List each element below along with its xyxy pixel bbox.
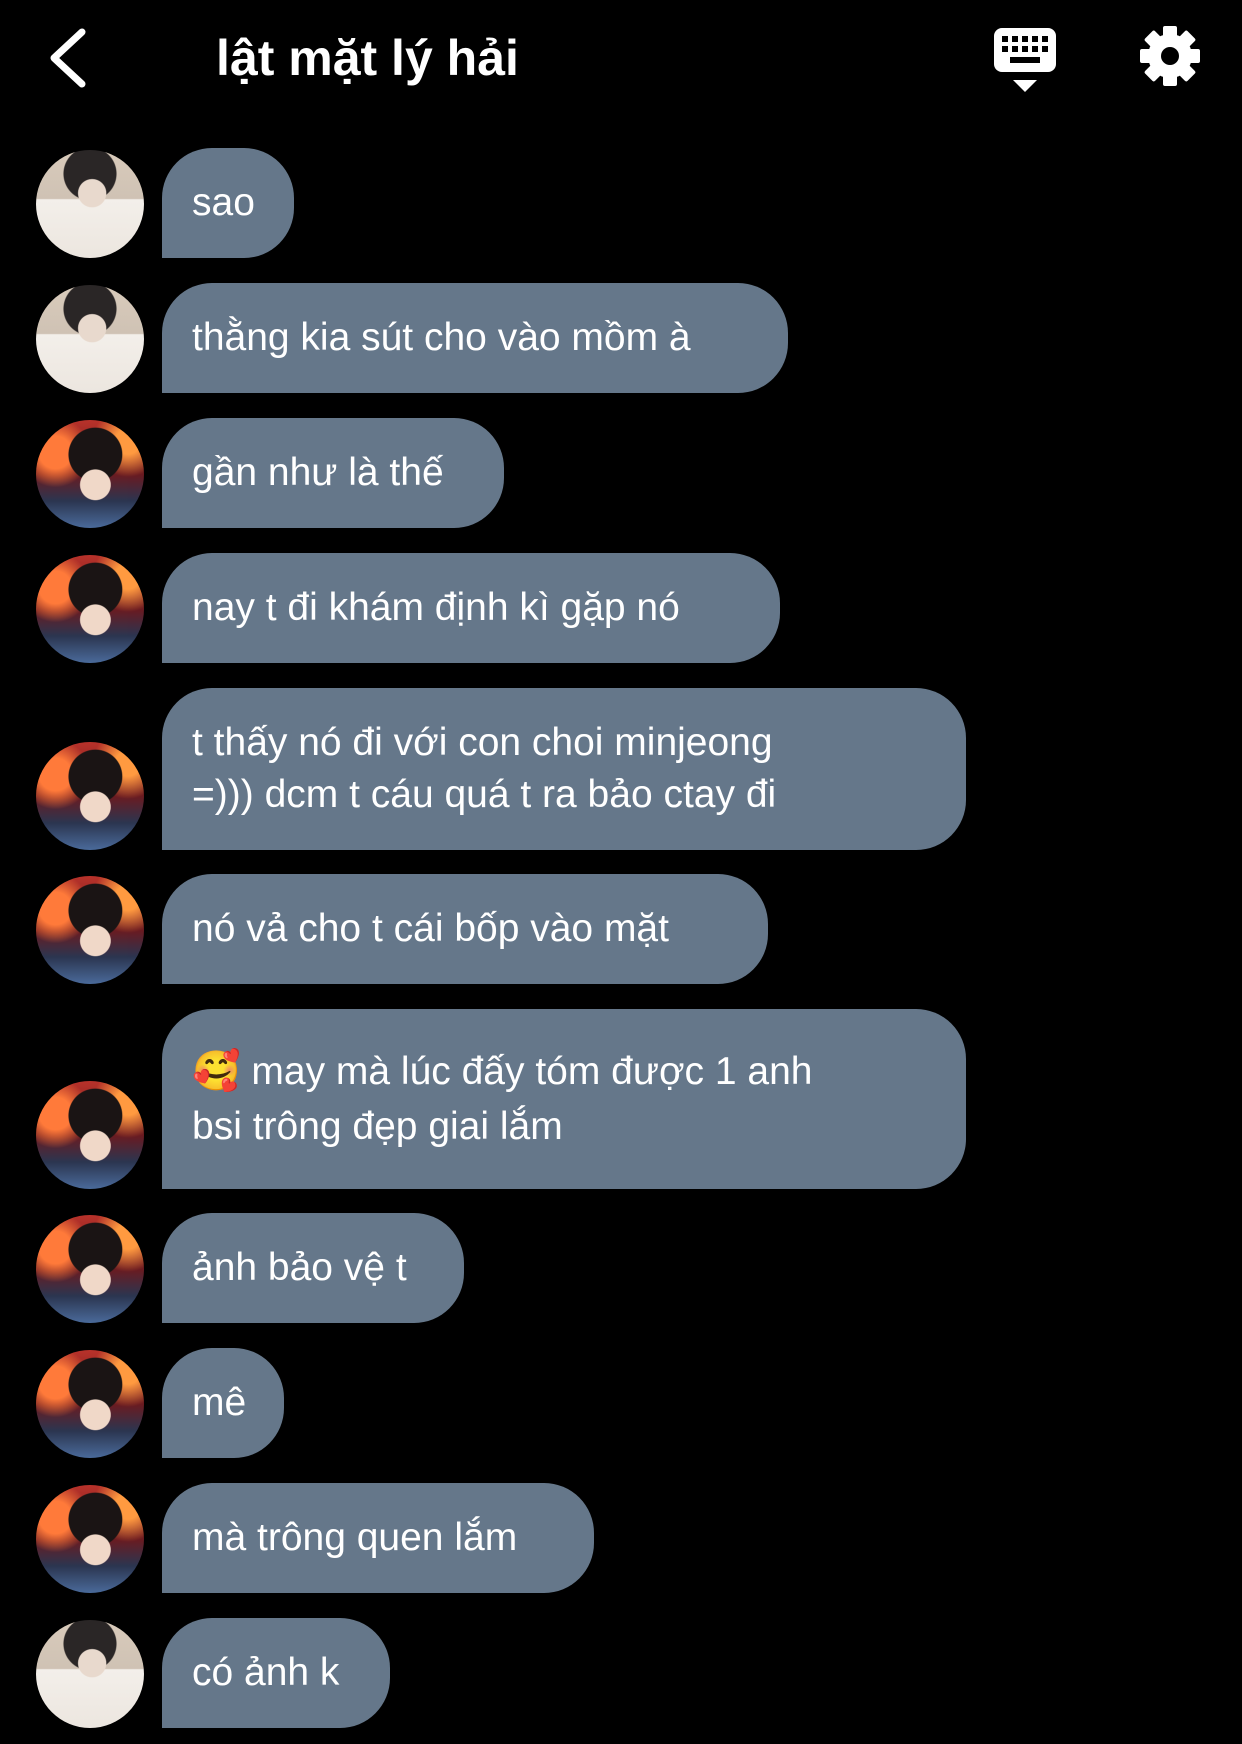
avatar[interactable] — [36, 1485, 144, 1593]
message-row: ảnh bảo vệ t — [0, 1213, 1242, 1323]
message-bubble[interactable]: nay t đi khám định kì gặp nó — [162, 553, 780, 663]
message-text: mê — [192, 1381, 247, 1424]
message-row: sao — [0, 148, 1242, 258]
message-bubble[interactable]: thằng kia sút cho vào mồm à — [162, 283, 788, 393]
message-text: mà trông quen lắm — [192, 1516, 518, 1559]
avatar[interactable] — [36, 555, 144, 663]
message-text: t thấy nó đi với con choi minjeong =))) … — [192, 721, 777, 816]
message-row: nay t đi khám định kì gặp nó — [0, 553, 1242, 663]
avatar[interactable] — [36, 1081, 144, 1189]
message-text: gần như là thế — [192, 451, 444, 494]
avatar[interactable] — [36, 285, 144, 393]
message-bubble[interactable]: 🥰 may mà lúc đấy tóm được 1 anh bsi trôn… — [162, 1009, 966, 1189]
avatar[interactable] — [36, 1215, 144, 1323]
avatar[interactable] — [36, 876, 144, 984]
message-bubble[interactable]: nó vả cho t cái bốp vào mặt — [162, 874, 768, 984]
message-bubble[interactable]: sao — [162, 148, 294, 258]
message-text: nay t đi khám định kì gặp nó — [192, 586, 680, 629]
message-bubble[interactable]: mà trông quen lắm — [162, 1483, 594, 1593]
message-text: có ảnh k — [192, 1651, 340, 1694]
avatar[interactable] — [36, 1350, 144, 1458]
message-row: nó vả cho t cái bốp vào mặt — [0, 874, 1242, 984]
message-text: 🥰 may mà lúc đấy tóm được 1 anh bsi trôn… — [192, 1050, 813, 1148]
message-text: sao — [192, 181, 255, 224]
message-row: gần như là thế — [0, 418, 1242, 528]
message-row: thằng kia sút cho vào mồm à — [0, 283, 1242, 393]
message-row: có ảnh k — [0, 1618, 1242, 1728]
avatar[interactable] — [36, 742, 144, 850]
message-bubble[interactable]: ảnh bảo vệ t — [162, 1213, 464, 1323]
message-row: 🥰 may mà lúc đấy tóm được 1 anh bsi trôn… — [0, 1009, 1242, 1189]
avatar[interactable] — [36, 1620, 144, 1728]
message-bubble[interactable]: t thấy nó đi với con choi minjeong =))) … — [162, 688, 966, 850]
message-text: nó vả cho t cái bốp vào mặt — [192, 907, 669, 950]
message-row: mê — [0, 1348, 1242, 1458]
message-row: t thấy nó đi với con choi minjeong =))) … — [0, 688, 1242, 850]
message-bubble[interactable]: có ảnh k — [162, 1618, 390, 1728]
avatar[interactable] — [36, 420, 144, 528]
message-bubble[interactable]: mê — [162, 1348, 284, 1458]
message-text: ảnh bảo vệ t — [192, 1246, 407, 1289]
message-text: thằng kia sút cho vào mồm à — [192, 316, 691, 359]
message-bubble[interactable]: gần như là thế — [162, 418, 504, 528]
message-row: mà trông quen lắm — [0, 1483, 1242, 1593]
message-list[interactable]: sao thằng kia sút cho vào mồm à gần như … — [0, 0, 1242, 1744]
avatar[interactable] — [36, 150, 144, 258]
